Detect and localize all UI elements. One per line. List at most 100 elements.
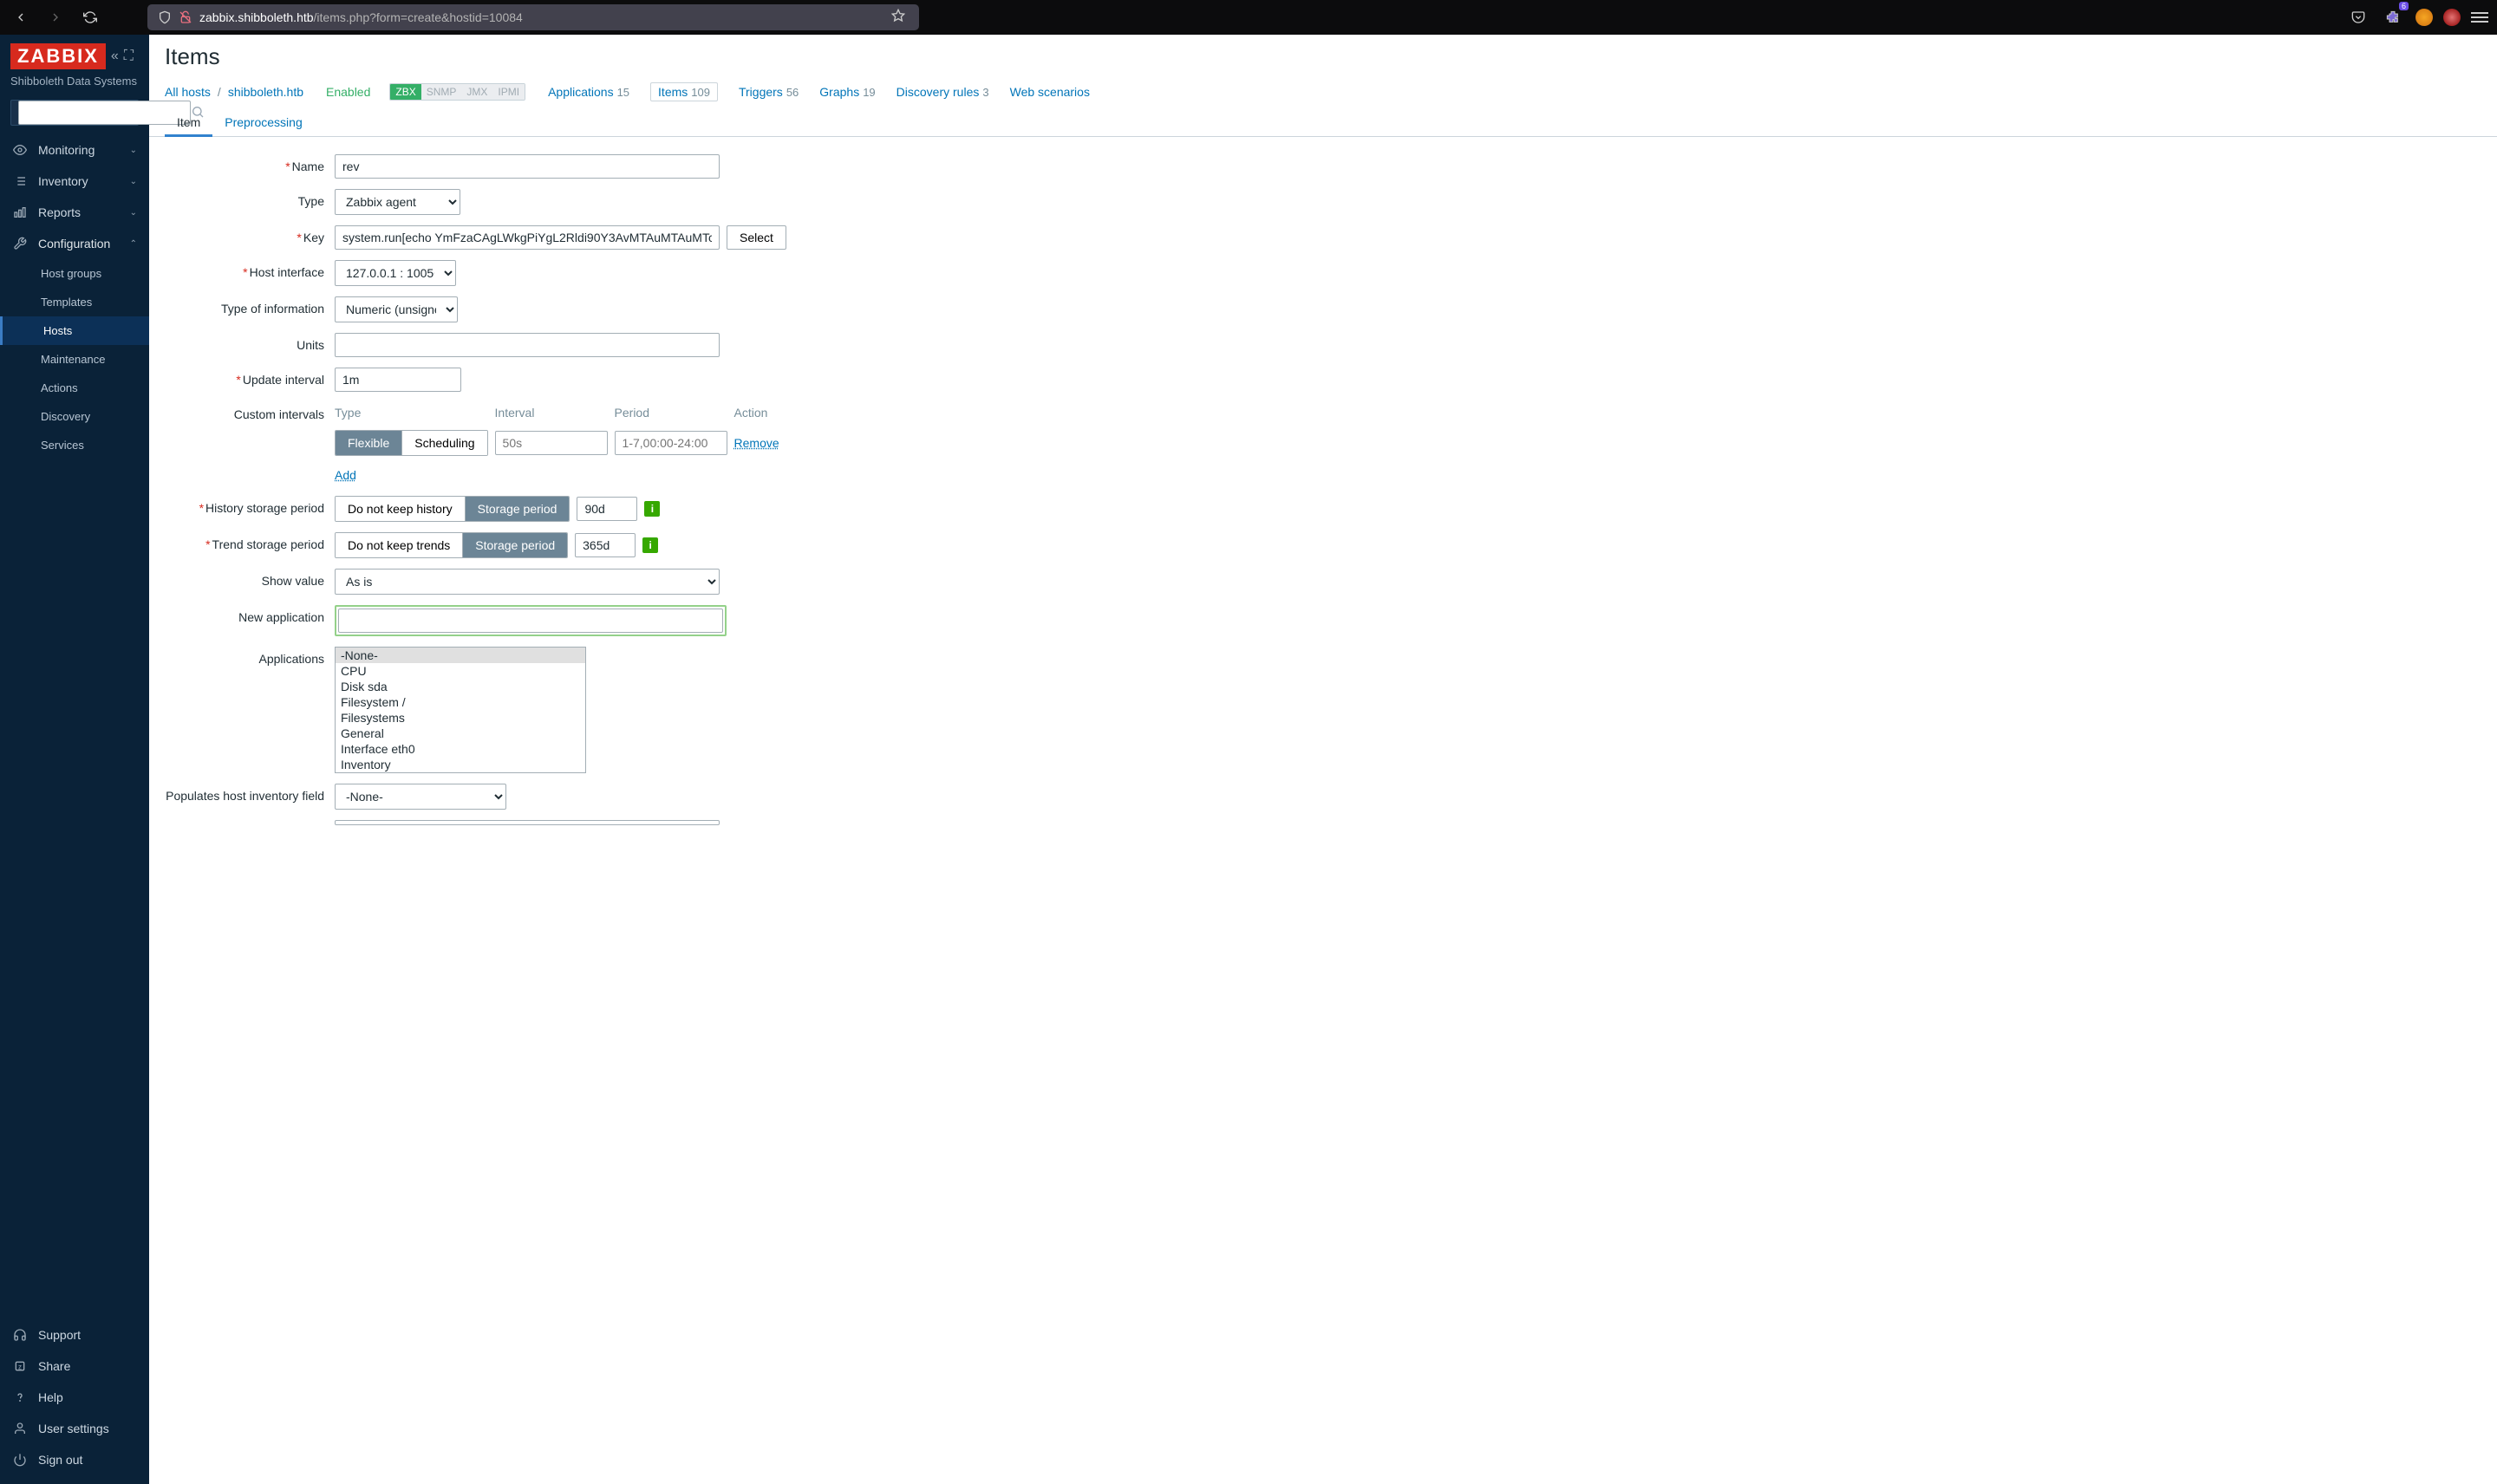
- sidebar-expand-icon[interactable]: ⛶: [124, 49, 134, 64]
- nav-share[interactable]: z Share: [0, 1351, 149, 1382]
- input-trend-period[interactable]: [575, 533, 636, 557]
- browser-reload-button[interactable]: [78, 5, 102, 29]
- browser-menu-button[interactable]: [2471, 9, 2488, 26]
- subnav-services[interactable]: Services: [3, 431, 149, 459]
- nav-support[interactable]: Support: [0, 1319, 149, 1351]
- label-key: *Key: [165, 225, 335, 244]
- link-applications[interactable]: Applications 15: [548, 85, 629, 99]
- select-show-value[interactable]: As is: [335, 569, 720, 595]
- nav-label: Configuration: [38, 237, 120, 251]
- listbox-item[interactable]: Interface eth0: [336, 741, 585, 757]
- logo[interactable]: ZABBIX: [10, 43, 106, 69]
- history-storage-period-button[interactable]: Storage period: [465, 497, 570, 521]
- interval-period-input[interactable]: [615, 431, 727, 455]
- trend-no-keep-button[interactable]: Do not keep trends: [336, 533, 462, 557]
- label-history-storage: *History storage period: [165, 496, 335, 515]
- subnav-maintenance[interactable]: Maintenance: [3, 345, 149, 374]
- nav-sign-out[interactable]: Sign out: [0, 1444, 149, 1475]
- breadcrumb-all-hosts[interactable]: All hosts: [165, 85, 211, 99]
- nav-inventory[interactable]: Inventory ⌄: [0, 166, 149, 197]
- interval-remove-link[interactable]: Remove: [734, 436, 779, 450]
- sidebar-search[interactable]: [10, 100, 139, 126]
- link-discovery-rules[interactable]: Discovery rules 3: [896, 85, 989, 99]
- breadcrumb-host[interactable]: shibboleth.htb: [228, 85, 303, 99]
- select-populates-inventory[interactable]: -None-: [335, 784, 506, 810]
- interface-tag-snmp[interactable]: SNMP: [421, 84, 462, 100]
- link-web-scenarios[interactable]: Web scenarios: [1010, 85, 1090, 99]
- select-type[interactable]: Zabbix agent: [335, 189, 460, 215]
- link-triggers[interactable]: Triggers 56: [739, 85, 799, 99]
- sidebar: ZABBIX « ⛶ Shibboleth Data Systems Monit…: [0, 35, 149, 1484]
- nav-configuration[interactable]: Configuration ⌃: [0, 228, 149, 259]
- tab-item[interactable]: Item: [165, 108, 212, 136]
- breadcrumb-separator: /: [218, 85, 221, 99]
- nav-label: User settings: [38, 1422, 137, 1435]
- nav-help[interactable]: Help: [0, 1382, 149, 1413]
- history-no-keep-button[interactable]: Do not keep history: [336, 497, 465, 521]
- trend-storage-period-button[interactable]: Storage period: [462, 533, 567, 557]
- subnav-discovery[interactable]: Discovery: [3, 402, 149, 431]
- sidebar-collapse-icon[interactable]: «: [111, 49, 119, 64]
- subnav-actions[interactable]: Actions: [3, 374, 149, 402]
- input-units[interactable]: [335, 333, 720, 357]
- url-bar[interactable]: zabbix.shibboleth.htb/items.php?form=cre…: [147, 4, 919, 30]
- nav-reports[interactable]: Reports ⌄: [0, 197, 149, 228]
- interface-tag-jmx[interactable]: JMX: [461, 84, 492, 100]
- extension-1-icon[interactable]: [2416, 9, 2433, 26]
- interval-delay-input[interactable]: [495, 431, 608, 455]
- link-items[interactable]: Items 109: [650, 82, 718, 101]
- nav-user-settings[interactable]: User settings: [0, 1413, 149, 1444]
- interval-add-link[interactable]: Add: [335, 468, 356, 482]
- input-update-interval[interactable]: [335, 368, 461, 392]
- listbox-item[interactable]: Filesystems: [336, 710, 585, 726]
- select-host-interface[interactable]: 127.0.0.1 : 10050: [335, 260, 456, 286]
- nav-label: Help: [38, 1390, 137, 1404]
- info-icon[interactable]: i: [642, 537, 658, 553]
- select-type-info[interactable]: Numeric (unsigned): [335, 296, 458, 322]
- input-new-application[interactable]: [338, 609, 723, 633]
- subnav-hosts[interactable]: Hosts: [0, 316, 149, 345]
- browser-back-button[interactable]: [9, 5, 33, 29]
- form-tabs: Item Preprocessing: [149, 108, 2497, 137]
- input-name[interactable]: [335, 154, 720, 179]
- power-icon: [12, 1453, 28, 1467]
- key-select-button[interactable]: Select: [727, 225, 786, 250]
- applications-listbox[interactable]: -None- CPU Disk sda Filesystem / Filesys…: [335, 647, 586, 773]
- subnav-host-groups[interactable]: Host groups: [3, 259, 149, 288]
- nav-monitoring[interactable]: Monitoring ⌄: [0, 134, 149, 166]
- interval-row: Flexible Scheduling Remove: [335, 426, 786, 459]
- content-area: Items All hosts / shibboleth.htb Enabled…: [149, 35, 2497, 1484]
- input-history-period[interactable]: [577, 497, 637, 521]
- bookmark-star-icon[interactable]: [891, 9, 909, 26]
- info-icon[interactable]: i: [644, 501, 660, 517]
- new-application-highlight: [335, 605, 727, 636]
- listbox-item[interactable]: Inventory: [336, 757, 585, 772]
- label-host-interface: *Host interface: [165, 260, 335, 279]
- wrench-icon: [12, 237, 28, 251]
- listbox-item[interactable]: General: [336, 726, 585, 741]
- interface-tag-zbx[interactable]: ZBX: [390, 84, 421, 100]
- browser-forward-button[interactable]: [43, 5, 68, 29]
- listbox-item[interactable]: Memory: [336, 772, 585, 773]
- nav-label: Share: [38, 1359, 137, 1373]
- interval-flexible-button[interactable]: Flexible: [336, 431, 401, 455]
- tab-preprocessing[interactable]: Preprocessing: [212, 108, 315, 136]
- trend-mode-toggle: Do not keep trends Storage period: [335, 532, 568, 558]
- interval-scheduling-button[interactable]: Scheduling: [401, 431, 486, 455]
- listbox-item[interactable]: CPU: [336, 663, 585, 679]
- listbox-item[interactable]: Filesystem /: [336, 694, 585, 710]
- link-graphs[interactable]: Graphs 19: [819, 85, 875, 99]
- nav-label: Reports: [38, 205, 120, 219]
- input-key[interactable]: [335, 225, 720, 250]
- subnav-templates[interactable]: Templates: [3, 288, 149, 316]
- listbox-item[interactable]: -None-: [336, 648, 585, 663]
- extensions-icon[interactable]: 6: [2381, 5, 2405, 29]
- input-cutoff[interactable]: [335, 820, 720, 825]
- extension-2-icon[interactable]: [2443, 9, 2461, 26]
- col-period: Period: [615, 402, 734, 426]
- listbox-item[interactable]: Disk sda: [336, 679, 585, 694]
- interface-tag-ipmi[interactable]: IPMI: [492, 84, 525, 100]
- nav-label: Sign out: [38, 1453, 137, 1467]
- nav-label: Support: [38, 1328, 137, 1342]
- pocket-icon[interactable]: [2346, 5, 2370, 29]
